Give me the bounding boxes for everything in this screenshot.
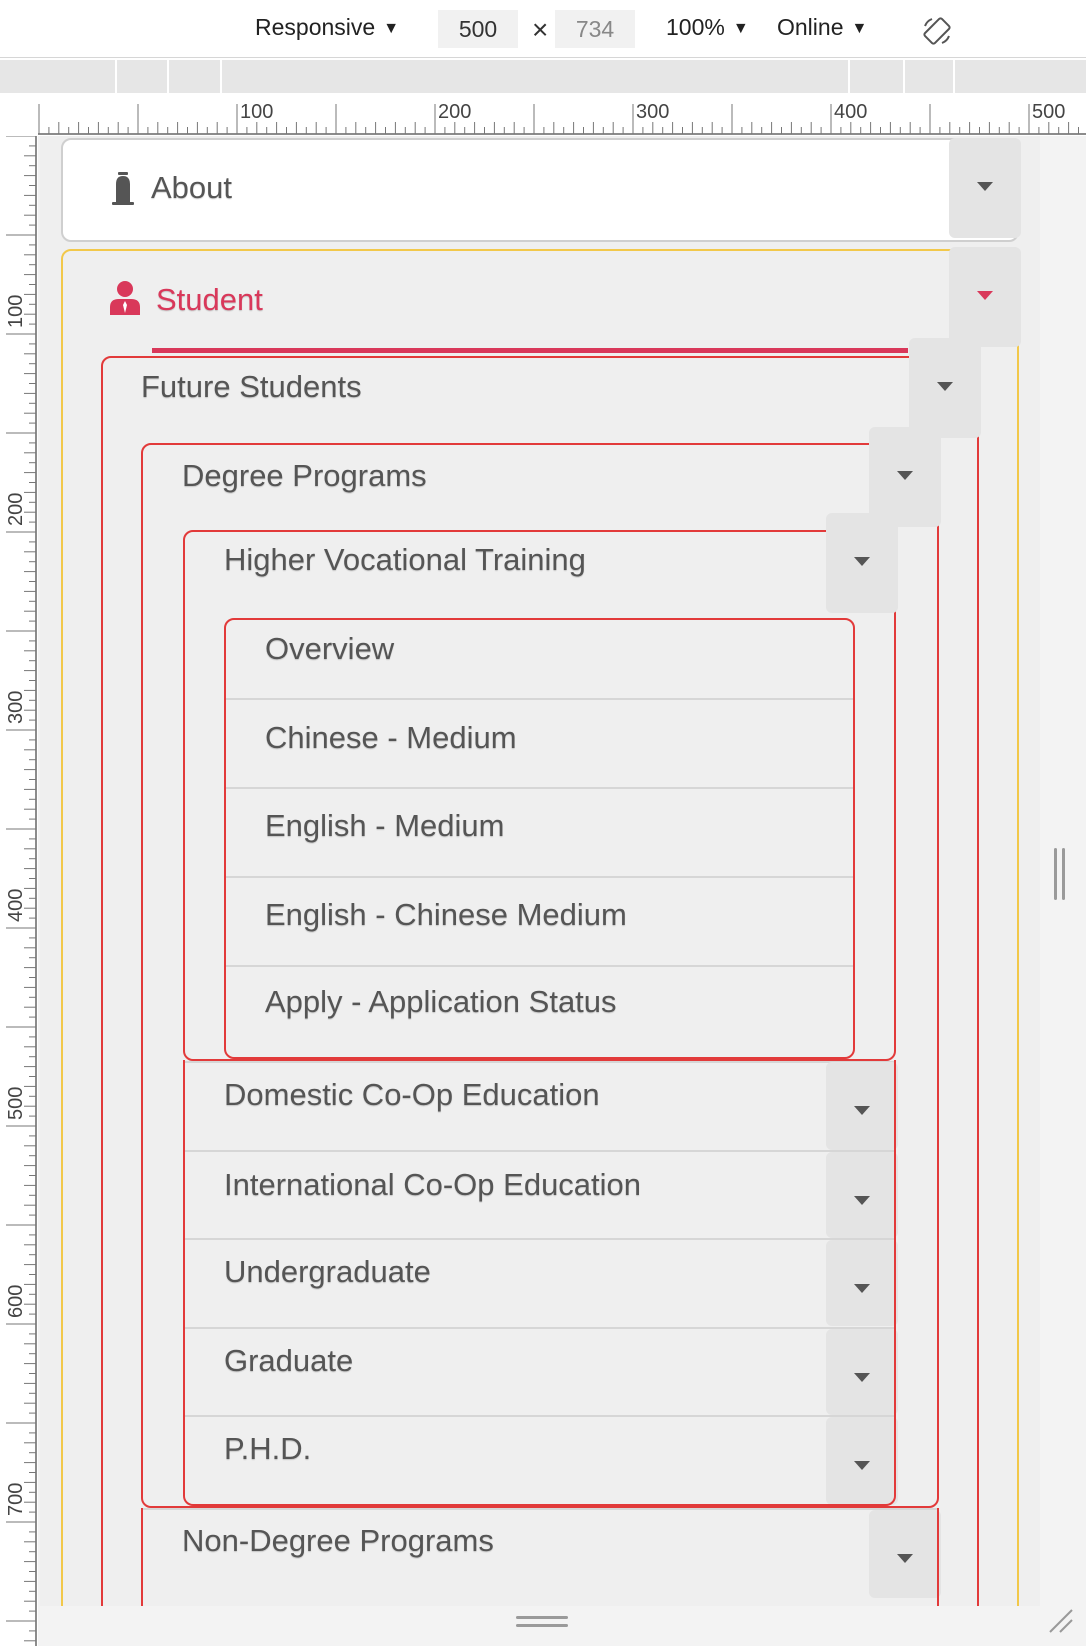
- mq-segment[interactable]: [115, 60, 117, 93]
- horizontal-ruler: 100 200 300 400 500: [38, 96, 1086, 136]
- ruler-label: 700: [5, 1483, 27, 1516]
- height-input[interactable]: 734: [555, 10, 635, 48]
- ruler-label: 100: [240, 101, 273, 123]
- ruler-label: 100: [5, 295, 27, 328]
- about-toggle[interactable]: [949, 138, 1021, 238]
- higher-vocational-training-toggle[interactable]: [826, 513, 898, 613]
- divider: [226, 787, 853, 789]
- height-resize-handle[interactable]: [516, 1616, 568, 1630]
- divider: [226, 965, 853, 967]
- media-query-bar[interactable]: [0, 60, 1086, 93]
- mq-segment[interactable]: [953, 60, 955, 93]
- ruler-corner: [0, 96, 38, 136]
- bell-icon: [112, 172, 134, 205]
- ruler-label: 500: [1032, 101, 1065, 123]
- student-active-underline: [152, 348, 908, 353]
- higher-vocational-training-label: Higher Vocational Training: [224, 542, 586, 577]
- ruler-label: 300: [636, 101, 669, 123]
- ruler-label: 500: [5, 1087, 27, 1120]
- ruler-label: 300: [5, 691, 27, 724]
- caret-down-icon: ▼: [383, 20, 400, 37]
- device-viewport: About Student Future Students Degree Pro…: [40, 136, 1040, 1606]
- user-icon: [110, 281, 140, 315]
- network-select[interactable]: Online ▼: [777, 14, 867, 41]
- device-select-label: Responsive: [255, 14, 376, 40]
- menu-item-english-medium[interactable]: English - Medium: [265, 808, 504, 844]
- zoom-select[interactable]: 100% ▼: [666, 14, 749, 41]
- student-label: Student: [156, 282, 263, 317]
- device-select[interactable]: Responsive ▼: [255, 14, 399, 41]
- degree-items-panel: [183, 1060, 896, 1506]
- device-toolbar: Responsive ▼ 500 × 734 100% ▼ Online ▼: [0, 0, 1086, 58]
- ruler-label: 400: [5, 889, 27, 922]
- ruler-label: 600: [5, 1285, 27, 1318]
- degree-programs-toggle[interactable]: [869, 427, 941, 527]
- zoom-select-label: 100%: [666, 14, 725, 40]
- non-degree-programs-panel[interactable]: [141, 1508, 939, 1606]
- divider: [226, 698, 853, 700]
- degree-programs-label: Degree Programs: [182, 458, 427, 493]
- network-select-label: Online: [777, 14, 844, 40]
- mq-segment[interactable]: [848, 60, 850, 93]
- menu-item-english-chinese-medium[interactable]: English - Chinese Medium: [265, 897, 627, 933]
- ruler-label: 200: [438, 101, 471, 123]
- width-input[interactable]: 500: [438, 10, 518, 48]
- dimension-separator: ×: [532, 14, 549, 45]
- menu-item-chinese-medium[interactable]: Chinese - Medium: [265, 720, 517, 756]
- width-resize-handle[interactable]: [1054, 848, 1068, 900]
- future-students-toggle[interactable]: [909, 338, 981, 438]
- menu-item-apply-application-status[interactable]: Apply - Application Status: [265, 984, 617, 1020]
- mq-segment[interactable]: [220, 60, 222, 93]
- future-students-label: Future Students: [141, 369, 362, 404]
- student-toggle[interactable]: [949, 247, 1021, 347]
- caret-down-icon: ▼: [851, 20, 868, 37]
- ruler-label: 200: [5, 493, 27, 526]
- about-label: About: [151, 170, 233, 205]
- resize-corner-icon[interactable]: [1046, 1606, 1076, 1636]
- menu-item-overview[interactable]: Overview: [265, 631, 394, 667]
- divider: [226, 876, 853, 878]
- ruler-label: 400: [834, 101, 867, 123]
- rotate-icon[interactable]: [922, 16, 952, 46]
- caret-down-icon: ▼: [732, 20, 749, 37]
- mq-segment[interactable]: [903, 60, 905, 93]
- mq-segment[interactable]: [167, 60, 169, 93]
- vertical-ruler: 100 200 300 400 500 600 700: [0, 136, 38, 1646]
